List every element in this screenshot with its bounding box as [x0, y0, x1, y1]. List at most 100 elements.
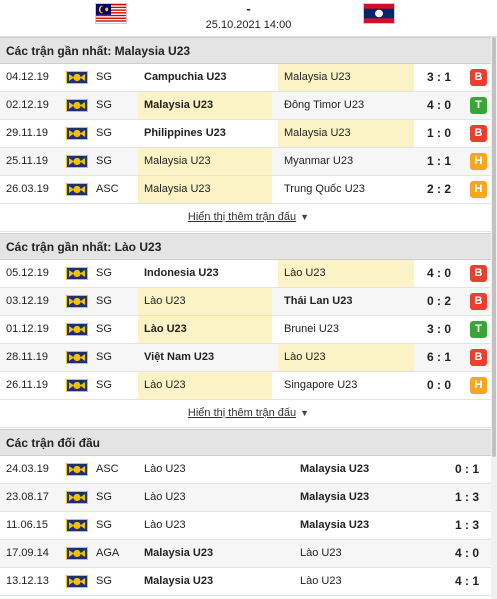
- competition-icon: [66, 575, 88, 588]
- competition-code: SG: [96, 155, 112, 167]
- competition-code: SG: [96, 491, 112, 503]
- match-score[interactable]: 4 : 1: [444, 568, 490, 595]
- result-badge: B: [470, 349, 487, 366]
- match-date: 26.03.19: [6, 183, 49, 195]
- match-row[interactable]: 26.03.19 ASC Malaysia U23 Trung Quốc U23 2 :…: [0, 176, 497, 204]
- result-badge: H: [470, 377, 487, 394]
- home-team[interactable]: Malaysia U23: [138, 176, 272, 203]
- scrollbar-thumb[interactable]: [492, 37, 496, 457]
- home-team[interactable]: Lào U23: [138, 484, 288, 511]
- away-team[interactable]: Malaysia U23: [294, 456, 444, 483]
- competition-icon: [66, 155, 88, 168]
- match-score[interactable]: 1 : 1: [414, 148, 464, 175]
- match-row[interactable]: 25.11.19 SG Malaysia U23 Myanmar U23 1 : 1 H: [0, 148, 497, 176]
- match-score: -: [246, 1, 251, 16]
- match-score[interactable]: 0 : 2: [414, 288, 464, 315]
- away-team[interactable]: Myanmar U23: [278, 148, 414, 175]
- match-row[interactable]: 17.09.14 AGA Malaysia U23 Lào U23 4 : 0: [0, 540, 497, 568]
- home-team[interactable]: Lào U23: [138, 372, 272, 399]
- away-team[interactable]: Singapore U23: [278, 372, 414, 399]
- match-date: 24.03.19: [6, 463, 49, 475]
- competition-icon: [66, 351, 88, 364]
- away-team[interactable]: Lào U23: [294, 540, 444, 567]
- home-team[interactable]: Lào U23: [138, 456, 288, 483]
- match-score[interactable]: 0 : 1: [444, 456, 490, 483]
- competition-icon: [66, 99, 88, 112]
- away-team[interactable]: Lào U23: [294, 568, 444, 595]
- home-team[interactable]: Malaysia U23: [138, 92, 272, 119]
- match-row[interactable]: 05.12.19 SG Indonesia U23 Lào U23 4 : 0 B: [0, 260, 497, 288]
- away-team[interactable]: Đông Timor U23: [278, 92, 414, 119]
- away-team[interactable]: Malaysia U23: [294, 484, 444, 511]
- home-team[interactable]: Malaysia U23: [138, 568, 288, 595]
- match-score[interactable]: 2 : 2: [414, 176, 464, 203]
- match-row[interactable]: 28.11.19 SG Việt Nam U23 Lào U23 6 : 1 B: [0, 344, 497, 372]
- match-row[interactable]: 13.12.13 SG Malaysia U23 Lào U23 4 : 1: [0, 568, 497, 596]
- match-score[interactable]: 4 : 0: [414, 92, 464, 119]
- match-row[interactable]: 03.12.19 SG Lào U23 Thái Lan U23 0 : 2 B: [0, 288, 497, 316]
- away-team[interactable]: Trung Quốc U23: [278, 176, 414, 203]
- away-team[interactable]: Malaysia U23: [278, 64, 414, 91]
- match-score[interactable]: 3 : 1: [414, 64, 464, 91]
- home-team[interactable]: Lào U23: [138, 316, 272, 343]
- match-header: - 25.10.2021 14:00: [0, 0, 497, 37]
- competition-code: SG: [96, 99, 112, 111]
- head-to-head-section: Các trận đối đầu 24.03.19 ASC Lào U23 Malay…: [0, 429, 497, 596]
- result-badge: B: [470, 265, 487, 282]
- match-date: 11.06.15: [6, 519, 49, 531]
- scrollbar[interactable]: [491, 37, 497, 599]
- section-title: Các trận gần nhất: Malaysia U23: [0, 37, 497, 64]
- result-badge: B: [470, 125, 487, 142]
- away-team[interactable]: Thái Lan U23: [278, 288, 414, 315]
- match-date: 17.09.14: [6, 547, 49, 559]
- away-team[interactable]: Lào U23: [278, 260, 414, 287]
- match-date: 01.12.19: [6, 323, 49, 335]
- show-more-link[interactable]: Hiển thị thêm trận đấu: [188, 407, 296, 419]
- home-team[interactable]: Lào U23: [138, 288, 272, 315]
- home-team[interactable]: Lào U23: [138, 512, 288, 539]
- match-row[interactable]: 04.12.19 SG Campuchia U23 Malaysia U23 3 : 1…: [0, 64, 497, 92]
- laos-flag-icon: [363, 3, 395, 24]
- show-more-link[interactable]: Hiển thị thêm trận đấu: [188, 211, 296, 223]
- match-score[interactable]: 1 : 3: [444, 484, 490, 511]
- home-team[interactable]: Malaysia U23: [138, 540, 288, 567]
- match-row[interactable]: 23.08.17 SG Lào U23 Malaysia U23 1 : 3: [0, 484, 497, 512]
- away-team[interactable]: Brunei U23: [278, 316, 414, 343]
- match-score[interactable]: 4 : 0: [414, 260, 464, 287]
- result-badge: H: [470, 153, 487, 170]
- match-score[interactable]: 3 : 0: [414, 316, 464, 343]
- show-more-row: Hiển thị thêm trận đấu ▼: [0, 400, 497, 428]
- competition-code: SG: [96, 127, 112, 139]
- match-row[interactable]: 02.12.19 SG Malaysia U23 Đông Timor U23 4 : …: [0, 92, 497, 120]
- match-date: 28.11.19: [6, 351, 49, 363]
- match-date: 25.11.19: [6, 155, 49, 167]
- away-team[interactable]: Malaysia U23: [278, 120, 414, 147]
- home-team[interactable]: Malaysia U23: [138, 148, 272, 175]
- home-team[interactable]: Indonesia U23: [138, 260, 272, 287]
- competition-icon: [66, 267, 88, 280]
- caret-down-icon[interactable]: ▼: [300, 204, 309, 231]
- away-team[interactable]: Lào U23: [278, 344, 414, 371]
- away-team[interactable]: Malaysia U23: [294, 512, 444, 539]
- match-row[interactable]: 29.11.19 SG Philippines U23 Malaysia U23 1 :…: [0, 120, 497, 148]
- match-row[interactable]: 24.03.19 ASC Lào U23 Malaysia U23 0 : 1: [0, 456, 497, 484]
- match-row[interactable]: 01.12.19 SG Lào U23 Brunei U23 3 : 0 T: [0, 316, 497, 344]
- match-score[interactable]: 1 : 0: [414, 120, 464, 147]
- home-team[interactable]: Campuchia U23: [138, 64, 272, 91]
- match-row[interactable]: 11.06.15 SG Lào U23 Malaysia U23 1 : 3: [0, 512, 497, 540]
- match-date: 26.11.19: [6, 379, 49, 391]
- caret-down-icon[interactable]: ▼: [300, 400, 309, 427]
- home-team[interactable]: Việt Nam U23: [138, 344, 272, 371]
- show-more-row: Hiển thị thêm trận đấu ▼: [0, 204, 497, 232]
- home-team[interactable]: Philippines U23: [138, 120, 272, 147]
- competition-icon: [66, 379, 88, 392]
- match-score[interactable]: 6 : 1: [414, 344, 464, 371]
- match-score[interactable]: 4 : 0: [444, 540, 490, 567]
- match-score[interactable]: 0 : 0: [414, 372, 464, 399]
- match-row[interactable]: 26.11.19 SG Lào U23 Singapore U23 0 : 0 H: [0, 372, 497, 400]
- match-score[interactable]: 1 : 3: [444, 512, 490, 539]
- result-badge: T: [470, 321, 487, 338]
- competition-code: SG: [96, 71, 112, 83]
- result-badge: T: [470, 97, 487, 114]
- section-title: Các trận gần nhất: Lào U23: [0, 233, 497, 260]
